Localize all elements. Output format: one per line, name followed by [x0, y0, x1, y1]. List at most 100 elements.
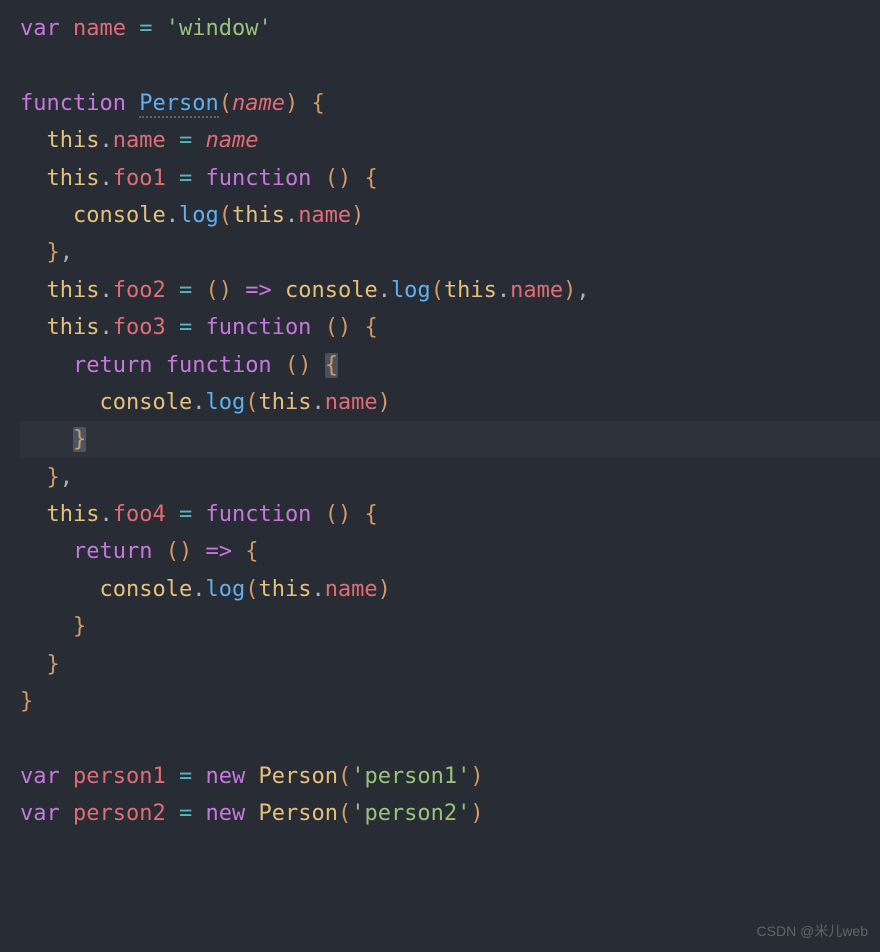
method: log [179, 203, 219, 228]
comma: , [60, 240, 73, 265]
keyword-this: this [444, 278, 497, 303]
brace-close: } [73, 614, 86, 639]
paren-close: ) [338, 502, 351, 527]
paren-close: ) [470, 764, 483, 789]
property: name [325, 390, 378, 415]
code-line: console.log(this.name) [20, 384, 880, 421]
keyword-this: this [232, 203, 285, 228]
string-literal: 'person1' [351, 764, 470, 789]
dot: . [311, 390, 324, 415]
identifier: person2 [73, 801, 166, 826]
property: foo3 [113, 315, 166, 340]
keyword-this: this [47, 278, 100, 303]
paren-close: ) [378, 390, 391, 415]
brace-close: } [47, 240, 60, 265]
function-name: Person [139, 91, 218, 118]
paren-open: ( [205, 278, 218, 303]
code-line: console.log(this.name) [20, 197, 880, 234]
code-line: }, [20, 459, 880, 496]
watermark-text: CSDN @米儿web [757, 920, 868, 944]
keyword-function: function [205, 315, 311, 340]
property: name [113, 128, 166, 153]
property: foo4 [113, 502, 166, 527]
code-line: return () => { [20, 533, 880, 570]
code-line: this.foo1 = function () { [20, 160, 880, 197]
paren-open: ( [245, 390, 258, 415]
code-line-blank [20, 47, 880, 84]
code-line: } [20, 646, 880, 683]
string-literal: 'person2' [351, 801, 470, 826]
property: foo2 [113, 278, 166, 303]
paren-close: ) [378, 577, 391, 602]
dot: . [166, 203, 179, 228]
code-line: this.foo3 = function () { [20, 309, 880, 346]
code-line: return function () { [20, 347, 880, 384]
paren-close: ) [179, 539, 192, 564]
paren-open: ( [325, 166, 338, 191]
paren-close: ) [351, 203, 364, 228]
operator: = [179, 502, 192, 527]
string-literal: 'window' [166, 16, 272, 41]
keyword-function: function [20, 91, 126, 116]
brace-open: { [364, 315, 377, 340]
keyword-this: this [47, 166, 100, 191]
dot: . [99, 278, 112, 303]
keyword-function: function [166, 353, 272, 378]
brace-close: } [20, 689, 33, 714]
paren-close: ) [285, 91, 298, 116]
brace-open: { [245, 539, 258, 564]
keyword-this: this [47, 502, 100, 527]
code-line: }, [20, 234, 880, 271]
code-line: this.foo2 = () => console.log(this.name)… [20, 272, 880, 309]
current-line-highlight [20, 421, 880, 458]
code-line-blank [20, 720, 880, 757]
property: foo1 [113, 166, 166, 191]
dot: . [497, 278, 510, 303]
dot: . [99, 315, 112, 340]
code-line: } [20, 683, 880, 720]
dot: . [285, 203, 298, 228]
keyword-return: return [73, 539, 152, 564]
method: log [205, 577, 245, 602]
paren-close: ) [338, 315, 351, 340]
brace-open: { [311, 91, 324, 116]
keyword-return: return [73, 353, 152, 378]
code-line: } [20, 608, 880, 645]
code-line: console.log(this.name) [20, 571, 880, 608]
keyword-this: this [47, 315, 100, 340]
paren-open: ( [219, 91, 232, 116]
property: name [298, 203, 351, 228]
operator: = [179, 278, 192, 303]
keyword-function: function [205, 502, 311, 527]
keyword-new: new [205, 764, 245, 789]
code-line: this.name = name [20, 122, 880, 159]
code-line: this.foo4 = function () { [20, 496, 880, 533]
brace-close-highlighted: } [73, 427, 86, 452]
property: name [510, 278, 563, 303]
comma: , [576, 278, 589, 303]
keyword-function: function [205, 166, 311, 191]
operator: = [179, 315, 192, 340]
property: name [325, 577, 378, 602]
class-name: Person [258, 801, 337, 826]
paren-open: ( [285, 353, 298, 378]
paren-close: ) [470, 801, 483, 826]
operator: = [179, 166, 192, 191]
paren-close: ) [563, 278, 576, 303]
code-editor[interactable]: var name = 'window' function Person(name… [0, 10, 880, 833]
console-object: console [99, 390, 192, 415]
dot: . [311, 577, 324, 602]
operator: = [139, 16, 152, 41]
console-object: console [99, 577, 192, 602]
method: log [391, 278, 431, 303]
operator: = [179, 128, 192, 153]
paren-open: ( [338, 764, 351, 789]
paren-open: ( [431, 278, 444, 303]
console-object: console [285, 278, 378, 303]
brace-open: { [364, 166, 377, 191]
keyword-new: new [205, 801, 245, 826]
parameter: name [232, 91, 285, 116]
arrow-operator: => [245, 278, 272, 303]
brace-close: } [47, 465, 60, 490]
comma: , [60, 465, 73, 490]
